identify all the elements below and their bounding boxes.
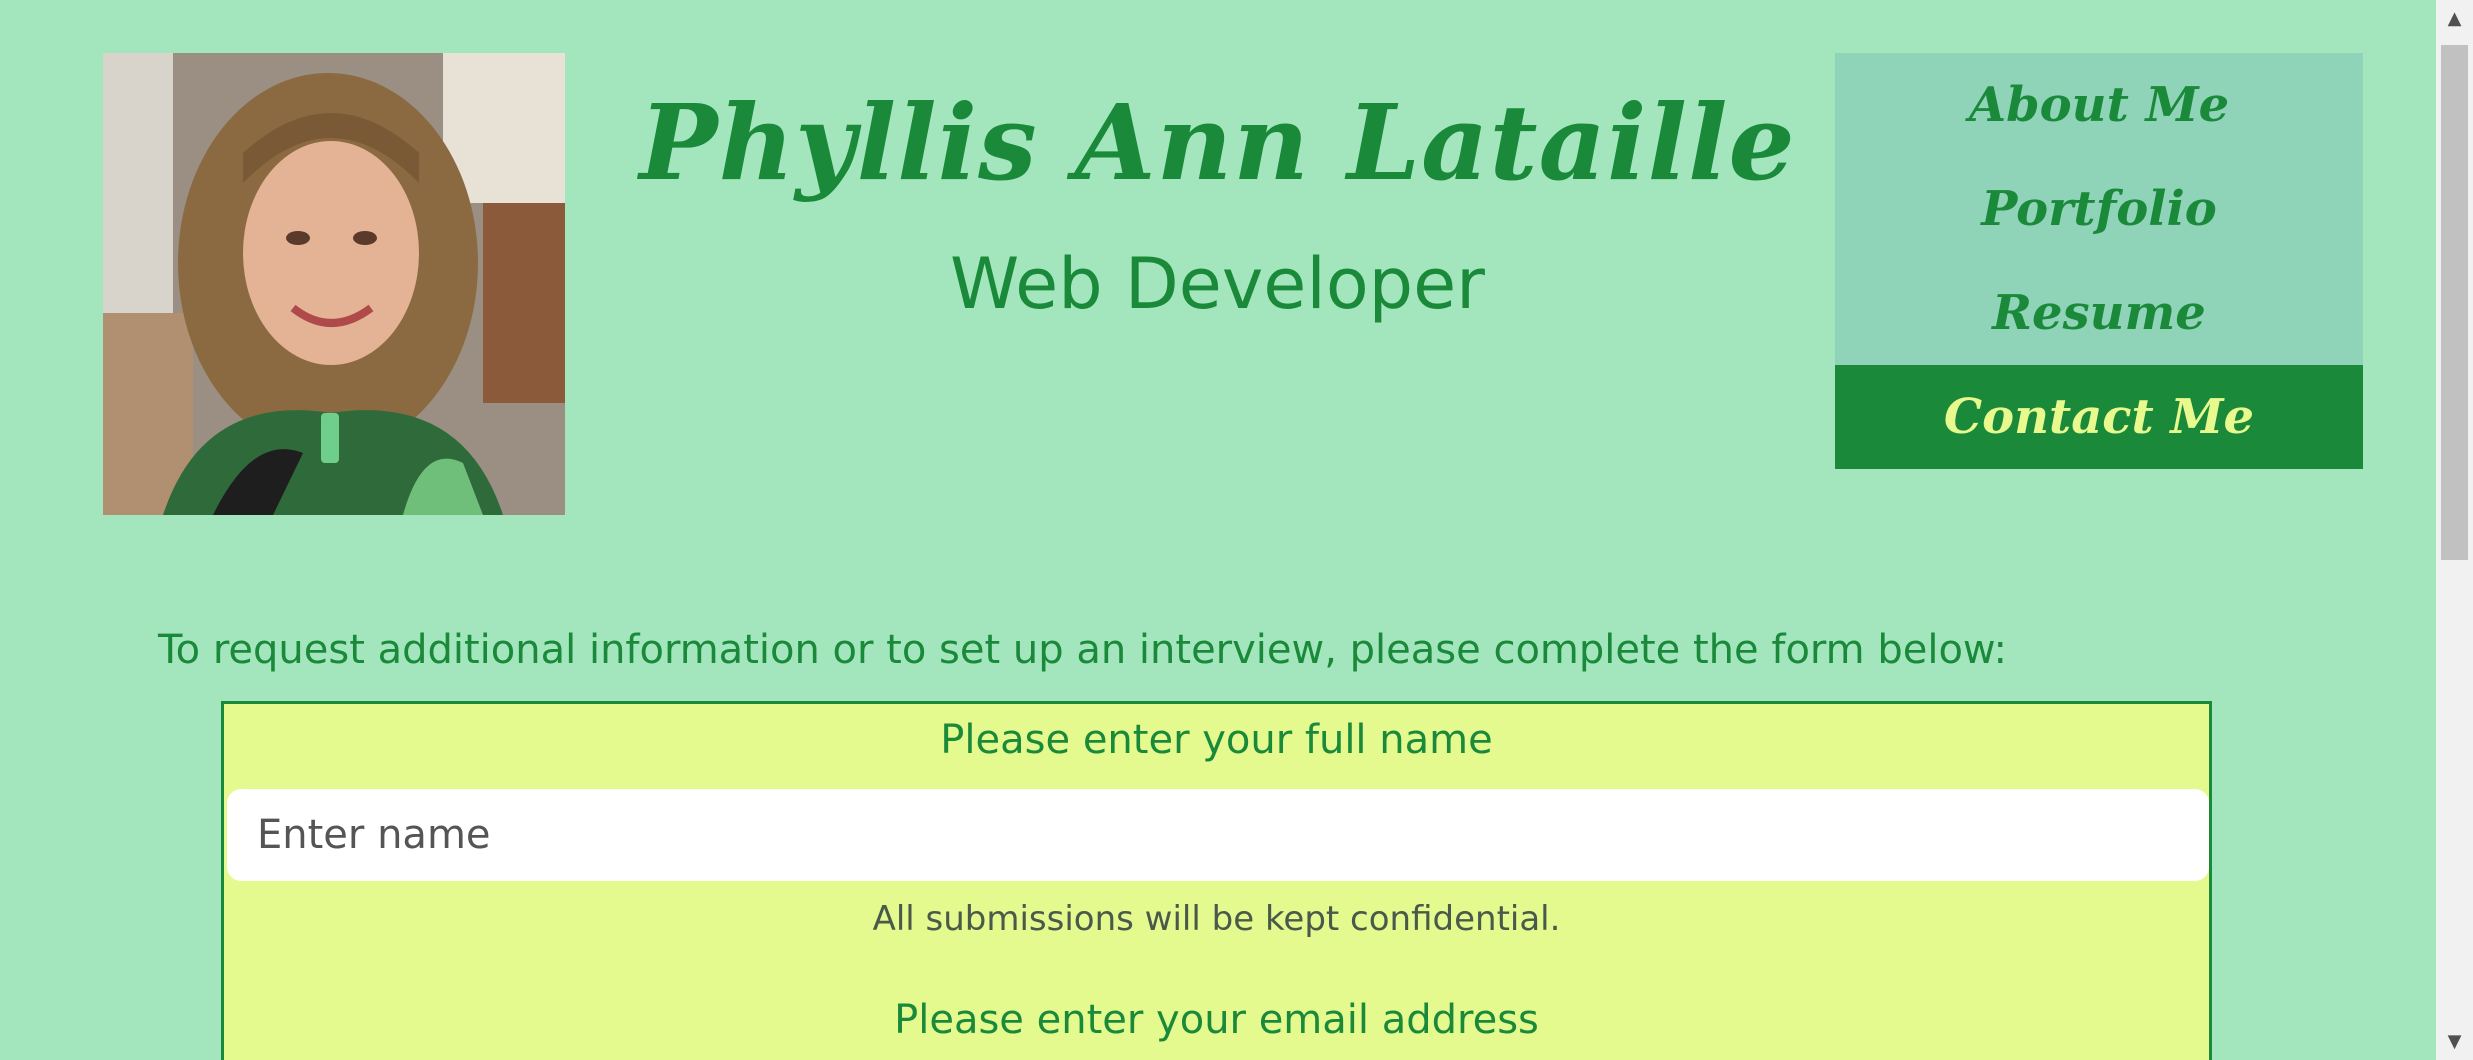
name-field-label: Please enter your full name <box>940 717 1493 763</box>
scroll-up-arrow-icon[interactable]: ▲ <box>2436 0 2473 37</box>
contact-intro-text: To request additional information or to … <box>158 627 2007 673</box>
nav-item-contact-me[interactable]: Contact Me <box>1835 365 2363 469</box>
scroll-down-arrow-icon[interactable]: ▼ <box>2436 1023 2473 1060</box>
page: Phyllis Ann Lataille Web Developer About… <box>0 0 2436 1060</box>
site-subtitle: Web Developer <box>950 243 1485 325</box>
profile-photo <box>103 53 565 515</box>
site-title: Phyllis Ann Lataille <box>639 81 1796 204</box>
confidential-help-text: All submissions will be kept confidentia… <box>872 899 1561 939</box>
scrollbar-thumb[interactable] <box>2441 45 2468 560</box>
profile-photo-image <box>103 53 565 515</box>
nav-item-portfolio[interactable]: Portfolio <box>1835 157 2363 261</box>
name-input[interactable] <box>227 789 2209 881</box>
nav-item-resume[interactable]: Resume <box>1835 261 2363 365</box>
email-field-label: Please enter your email address <box>894 997 1539 1043</box>
vertical-scrollbar[interactable]: ▲ ▼ <box>2436 0 2473 1060</box>
main-nav: About Me Portfolio Resume Contact Me <box>1835 53 2363 469</box>
nav-item-about-me[interactable]: About Me <box>1835 53 2363 157</box>
contact-form: Please enter your full name All submissi… <box>221 701 2212 1060</box>
